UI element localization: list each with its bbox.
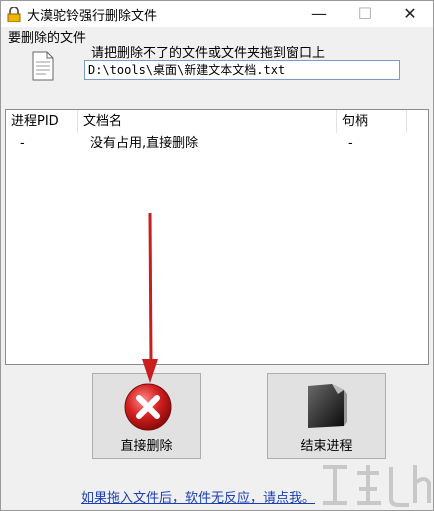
end-process-button[interactable]: 结束进程: [267, 373, 386, 459]
process-list[interactable]: 进程PID 文档名 句柄 - 没有占用,直接删除 -: [5, 109, 429, 365]
delete-button-label: 直接删除: [120, 439, 173, 454]
window-title: 大漠驼铃强行删除文件: [27, 9, 158, 24]
column-header-handle[interactable]: 句柄: [337, 110, 407, 133]
maximize-button[interactable]: ☐: [342, 1, 388, 27]
document-icon: [32, 51, 54, 81]
title-bar: 大漠驼铃强行删除文件 — ☐ ✕: [1, 1, 433, 27]
list-header: 进程PID 文档名 句柄: [6, 110, 428, 133]
cell-pid: -: [20, 136, 25, 151]
lock-icon: [7, 7, 21, 22]
end-process-button-label: 结束进程: [300, 439, 353, 454]
drag-instruction: 请把删除不了的文件或文件夹拖到窗口上: [91, 46, 326, 61]
column-header-document[interactable]: 文档名: [78, 110, 337, 133]
watermark-logo: [323, 465, 431, 507]
folder-icon: [308, 384, 347, 428]
file-group-label: 要删除的文件: [8, 31, 87, 46]
cell-document: 没有占用,直接删除: [90, 136, 199, 151]
close-button[interactable]: ✕: [387, 1, 433, 27]
table-row[interactable]: - 没有占用,直接删除 -: [6, 134, 428, 154]
file-path-field[interactable]: D:\tools\桌面\新建文本文档.txt: [84, 60, 400, 80]
column-header-pid[interactable]: 进程PID: [6, 110, 78, 133]
help-link[interactable]: 如果拖入文件后，软件无反应，请点我。: [81, 487, 315, 506]
cell-handle: -: [348, 136, 353, 151]
main-window: 大漠驼铃强行删除文件 — ☐ ✕ 要删除的文件 请把删除不了的文件或文件夹拖到窗…: [0, 0, 434, 511]
delete-button[interactable]: 直接删除: [92, 373, 201, 459]
minimize-button[interactable]: —: [296, 1, 342, 27]
delete-x-icon: [124, 383, 172, 431]
